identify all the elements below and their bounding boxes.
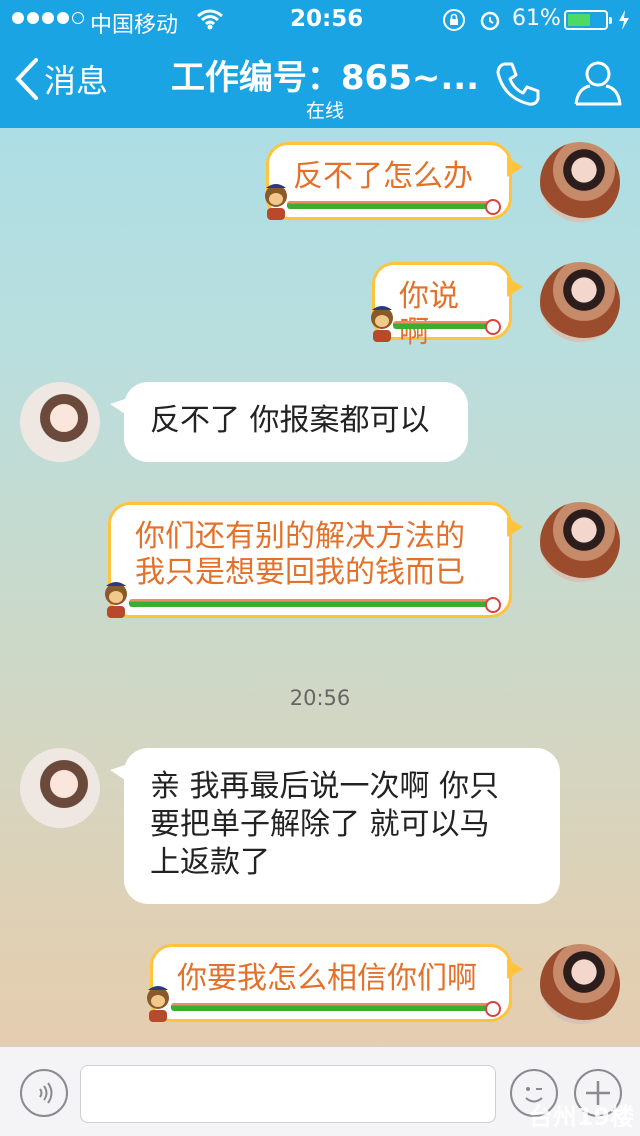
message-text: 你要我怎么相信你们啊 [177, 961, 477, 996]
message-text: 反不了 你报案都可以 [150, 403, 430, 438]
message-line: 要把单子解除了 就可以马 [150, 807, 490, 842]
signal-strength-icon [12, 12, 84, 24]
baseball-icon [485, 597, 501, 613]
input-bar: 台州19楼 [0, 1046, 640, 1136]
message-text: 反不了怎么办 [293, 159, 473, 194]
outgoing-message-bubble[interactable]: 反不了怎么办 [266, 142, 523, 220]
bubble-decoration [287, 201, 491, 209]
my-avatar[interactable] [540, 502, 620, 582]
back-label: 消息 [44, 62, 109, 100]
my-avatar[interactable] [540, 142, 620, 222]
incoming-message-bubble[interactable]: 反不了 你报案都可以 [110, 382, 468, 462]
battery-icon [564, 10, 612, 30]
contact-avatar[interactable] [20, 748, 100, 828]
status-bar: 中国移动 20:56 61% [0, 0, 640, 40]
alarm-icon [480, 11, 500, 31]
person-icon[interactable] [572, 56, 624, 108]
chevron-left-icon [15, 58, 38, 100]
bubble-decoration [129, 599, 491, 607]
watermark-text: 台州19楼 [528, 1103, 634, 1131]
monkey-sticker-icon [147, 986, 169, 1022]
baseball-icon [485, 199, 501, 215]
message-input[interactable] [80, 1065, 496, 1123]
message-line: 我只是想要回我的钱而已 [135, 555, 465, 590]
top-bar: 中国移动 20:56 61% 消息 工作编号：865~... 在线 [0, 0, 640, 128]
outgoing-message-bubble[interactable]: 你们还有别的解决方法的 我只是想要回我的钱而已 [108, 502, 523, 618]
battery-percentage: 61% [512, 6, 561, 31]
message-line: 上返款了 [150, 845, 270, 880]
bubble-decoration [393, 321, 491, 329]
chat-title: 工作编号：865~... [170, 58, 480, 98]
online-status: 在线 [305, 100, 344, 122]
contact-avatar[interactable] [20, 382, 100, 462]
monkey-sticker-icon [371, 306, 393, 342]
monkey-sticker-icon [265, 184, 287, 220]
my-avatar[interactable] [540, 262, 620, 342]
charging-icon [619, 10, 629, 30]
phone-icon[interactable] [492, 58, 544, 110]
message-line: 亲 我再最后说一次啊 你只 [150, 769, 500, 804]
baseball-icon [485, 319, 501, 335]
baseball-icon [485, 1001, 501, 1017]
voice-icon [39, 1082, 53, 1104]
my-avatar[interactable] [540, 944, 620, 1024]
bubble-decoration [171, 1003, 491, 1011]
back-button[interactable]: 消息 [14, 54, 108, 104]
message-line: 你们还有别的解决方法的 [135, 519, 465, 554]
status-time: 20:56 [290, 6, 364, 32]
outgoing-message-bubble[interactable]: 你要我怎么相信你们啊 [150, 944, 523, 1022]
carrier-name: 中国移动 [90, 13, 179, 38]
message-text: 你说啊 [399, 279, 459, 350]
navigation-bar: 消息 工作编号：865~... 在线 [0, 40, 640, 128]
incoming-message-bubble[interactable]: 亲 我再最后说一次啊 你只 要把单子解除了 就可以马 上返款了 [110, 748, 560, 904]
voice-button[interactable] [20, 1069, 68, 1117]
message-timestamp: 20:56 [289, 686, 351, 710]
rotation-lock-icon [443, 9, 465, 31]
monkey-sticker-icon [105, 582, 127, 618]
chat-message-list[interactable]: 反不了怎么办 你说啊 反不了 你报案都可以 你们还有别的解决方法的 我只是想要回… [0, 128, 640, 1046]
wifi-icon [197, 9, 223, 30]
